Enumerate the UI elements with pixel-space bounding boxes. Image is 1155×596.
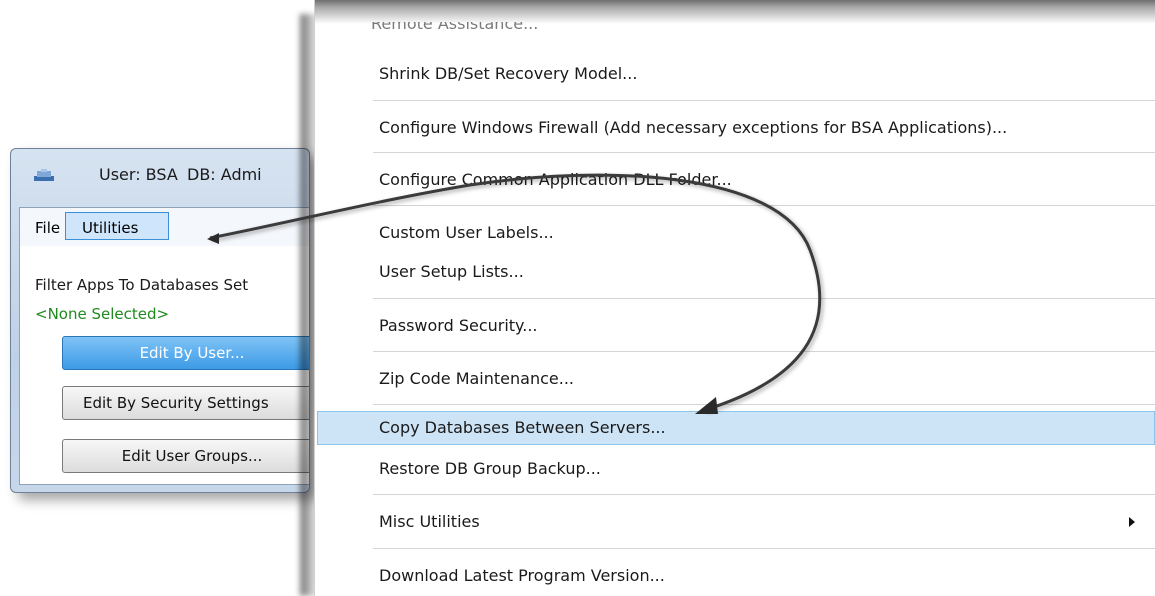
menu-item-configure-dll-folder[interactable]: Configure Common Application DLL Folder.…	[317, 163, 1155, 197]
menu-torn-edge	[315, 0, 1155, 24]
menu-item-configure-firewall[interactable]: Configure Windows Firewall (Add necessar…	[317, 111, 1155, 145]
edit-user-groups-button[interactable]: Edit User Groups...	[62, 439, 309, 473]
menu-item-password-security[interactable]: Password Security...	[317, 309, 1155, 343]
menubar: File Utilities	[20, 208, 309, 246]
menu-separator	[373, 152, 1155, 153]
edit-by-security-settings-button[interactable]: Edit By Security Settings	[62, 386, 309, 420]
submenu-arrow-icon	[1129, 517, 1135, 527]
app-icon	[33, 167, 55, 181]
edit-by-user-button[interactable]: Edit By User...	[62, 336, 309, 370]
menu-item-shrink-db[interactable]: Shrink DB/Set Recovery Model...	[317, 57, 1155, 91]
window-client-area: File Utilities Filter Apps To Databases …	[19, 207, 309, 485]
menu-item-restore-db-group-backup[interactable]: Restore DB Group Backup...	[317, 452, 1155, 486]
menu-file[interactable]: File	[35, 219, 60, 237]
menu-separator	[373, 100, 1155, 101]
menu-item-misc-utilities-label: Misc Utilities	[379, 512, 480, 531]
window-titlebar[interactable]: User: BSA DB: Admi	[11, 149, 309, 197]
menu-separator	[373, 494, 1155, 495]
menu-item-download-latest-version[interactable]: Download Latest Program Version...	[317, 559, 1155, 593]
menu-utilities[interactable]: Utilities	[65, 212, 169, 240]
menu-item-misc-utilities[interactable]: Misc Utilities	[317, 505, 1155, 539]
utilities-menu: Remote Assistance... Shrink DB/Set Recov…	[314, 0, 1155, 596]
filter-label: Filter Apps To Databases Set	[35, 276, 249, 294]
menu-separator	[373, 298, 1155, 299]
menu-separator	[373, 548, 1155, 549]
menu-separator	[373, 205, 1155, 206]
none-selected-link[interactable]: <None Selected>	[35, 305, 169, 323]
admin-window: User: BSA DB: Admi File Utilities Filter…	[10, 148, 310, 493]
menu-item-user-setup-lists[interactable]: User Setup Lists...	[317, 255, 1155, 289]
title-db: DB: Admi	[187, 165, 262, 184]
menu-separator	[373, 351, 1155, 352]
menu-item-custom-user-labels[interactable]: Custom User Labels...	[317, 216, 1155, 250]
menu-item-zip-code-maintenance[interactable]: Zip Code Maintenance...	[317, 362, 1155, 396]
menu-item-copy-databases[interactable]: Copy Databases Between Servers...	[317, 411, 1155, 445]
title-user: User: BSA	[99, 165, 178, 184]
menu-separator	[373, 404, 1155, 405]
